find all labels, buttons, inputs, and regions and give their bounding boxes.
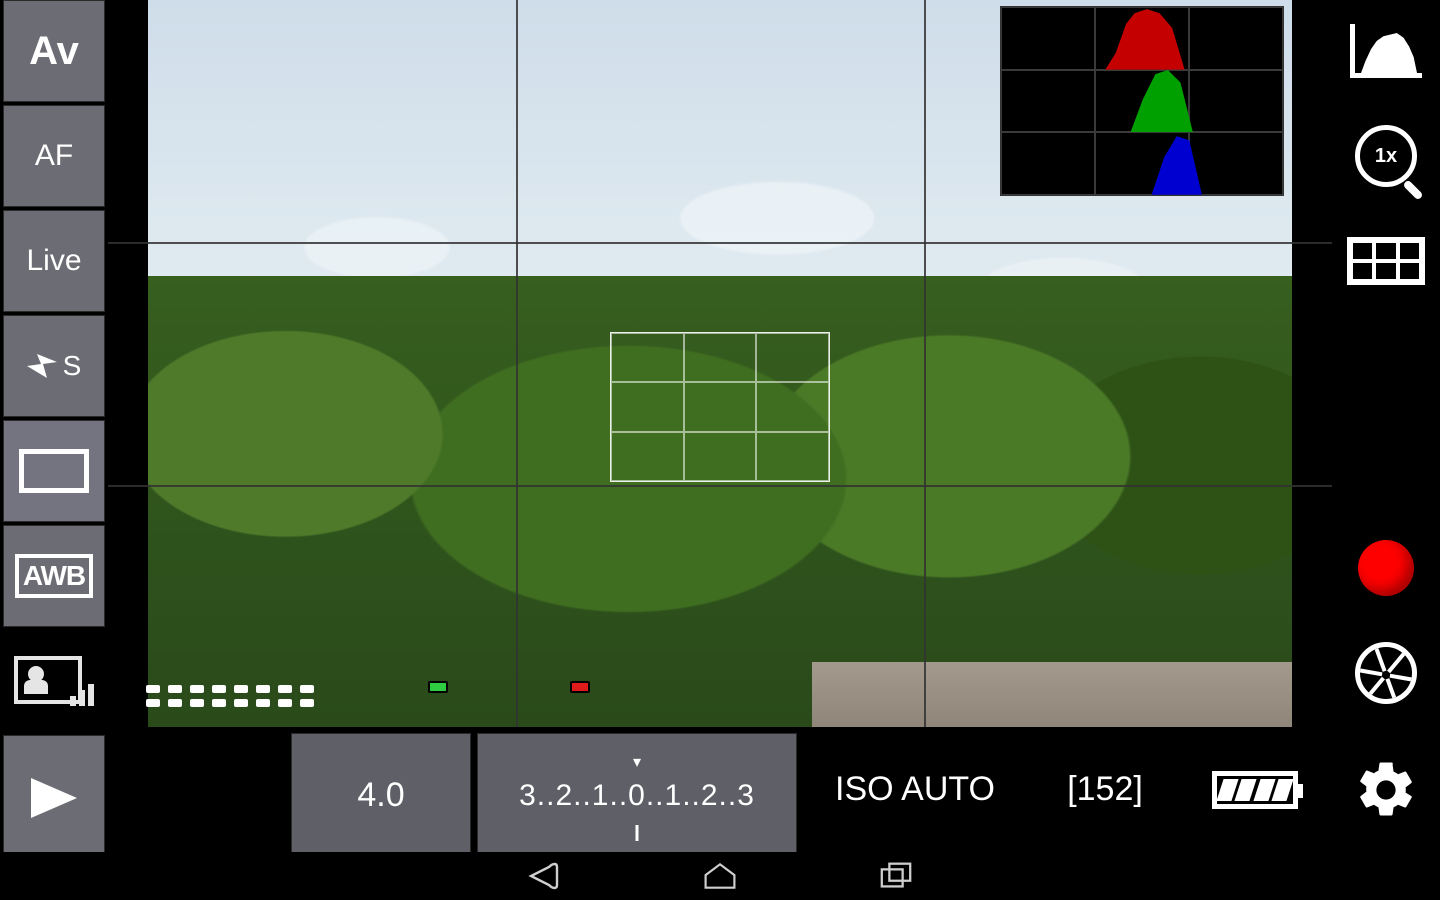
aperture-readout[interactable]: 4.0: [291, 733, 471, 858]
nav-recent-button[interactable]: [878, 858, 914, 894]
ev-scale-label: 3..2..1..0..1..2..3: [519, 779, 755, 813]
zoom-icon: 1x: [1355, 125, 1417, 187]
ev-caret-icon: ▾: [633, 752, 641, 772]
nav-recent-icon: [878, 861, 914, 891]
picture-style-button[interactable]: [3, 630, 105, 732]
record-icon: [1358, 540, 1414, 596]
left-rail: Av AF Live S AWB: [0, 0, 108, 852]
exposure-comp-readout[interactable]: ▾ 3..2..1..0..1..2..3: [477, 733, 797, 858]
nav-home-button[interactable]: [702, 858, 738, 894]
nav-back-button[interactable]: [526, 858, 562, 894]
single-frame-icon: [19, 449, 89, 493]
picture-style-icon: [14, 656, 94, 706]
flash-button[interactable]: S: [3, 315, 105, 417]
flash-icon: S: [27, 350, 82, 382]
iso-readout[interactable]: ISO AUTO: [800, 727, 1030, 852]
nav-home-icon: [702, 861, 738, 891]
play-button[interactable]: [3, 735, 105, 860]
camera-remote-app: Av AF Live S AWB: [0, 0, 1440, 900]
right-rail: 1x: [1332, 0, 1440, 852]
play-icon: [31, 778, 77, 818]
ev-center-tick: [636, 825, 639, 841]
aperture-icon: [1355, 642, 1417, 704]
white-balance-icon: AWB: [15, 554, 93, 598]
settings-button[interactable]: [1335, 727, 1437, 852]
rgb-histogram[interactable]: [1000, 6, 1284, 196]
battery-icon: [1212, 771, 1298, 809]
af-button[interactable]: AF: [3, 105, 105, 207]
hist-blue: [1001, 132, 1210, 195]
status-tail: [1330, 727, 1332, 852]
grid-icon: [1347, 237, 1425, 285]
af-area-overlay[interactable]: [610, 332, 830, 482]
aperture-button[interactable]: [1335, 622, 1437, 724]
histogram-icon: [1350, 24, 1422, 78]
white-balance-button[interactable]: AWB: [3, 525, 105, 627]
live-button[interactable]: Live: [3, 210, 105, 312]
android-nav-bar: [0, 852, 1440, 900]
histogram-toggle[interactable]: [1335, 0, 1437, 102]
focus-marker-green: [428, 681, 448, 693]
live-view[interactable]: [108, 0, 1332, 727]
flash-label: S: [63, 350, 82, 382]
gear-icon: [1353, 757, 1419, 823]
focus-marker-red: [570, 681, 590, 693]
hist-green: [1001, 70, 1210, 133]
record-button[interactable]: [1335, 517, 1437, 619]
hist-red: [1001, 7, 1210, 70]
level-indicator: [146, 685, 314, 707]
status-bar: 4.0 ▾ 3..2..1..0..1..2..3 ISO AUTO [152]: [108, 727, 1332, 852]
mode-button[interactable]: Av: [3, 0, 105, 102]
grid-toggle[interactable]: [1335, 210, 1437, 312]
battery-indicator: [1180, 727, 1330, 852]
status-spacer: [108, 727, 288, 852]
drive-mode-button[interactable]: [3, 420, 105, 522]
zoom-button[interactable]: 1x: [1335, 105, 1437, 207]
nav-back-icon: [527, 861, 561, 891]
shots-remaining: [152]: [1030, 727, 1180, 852]
